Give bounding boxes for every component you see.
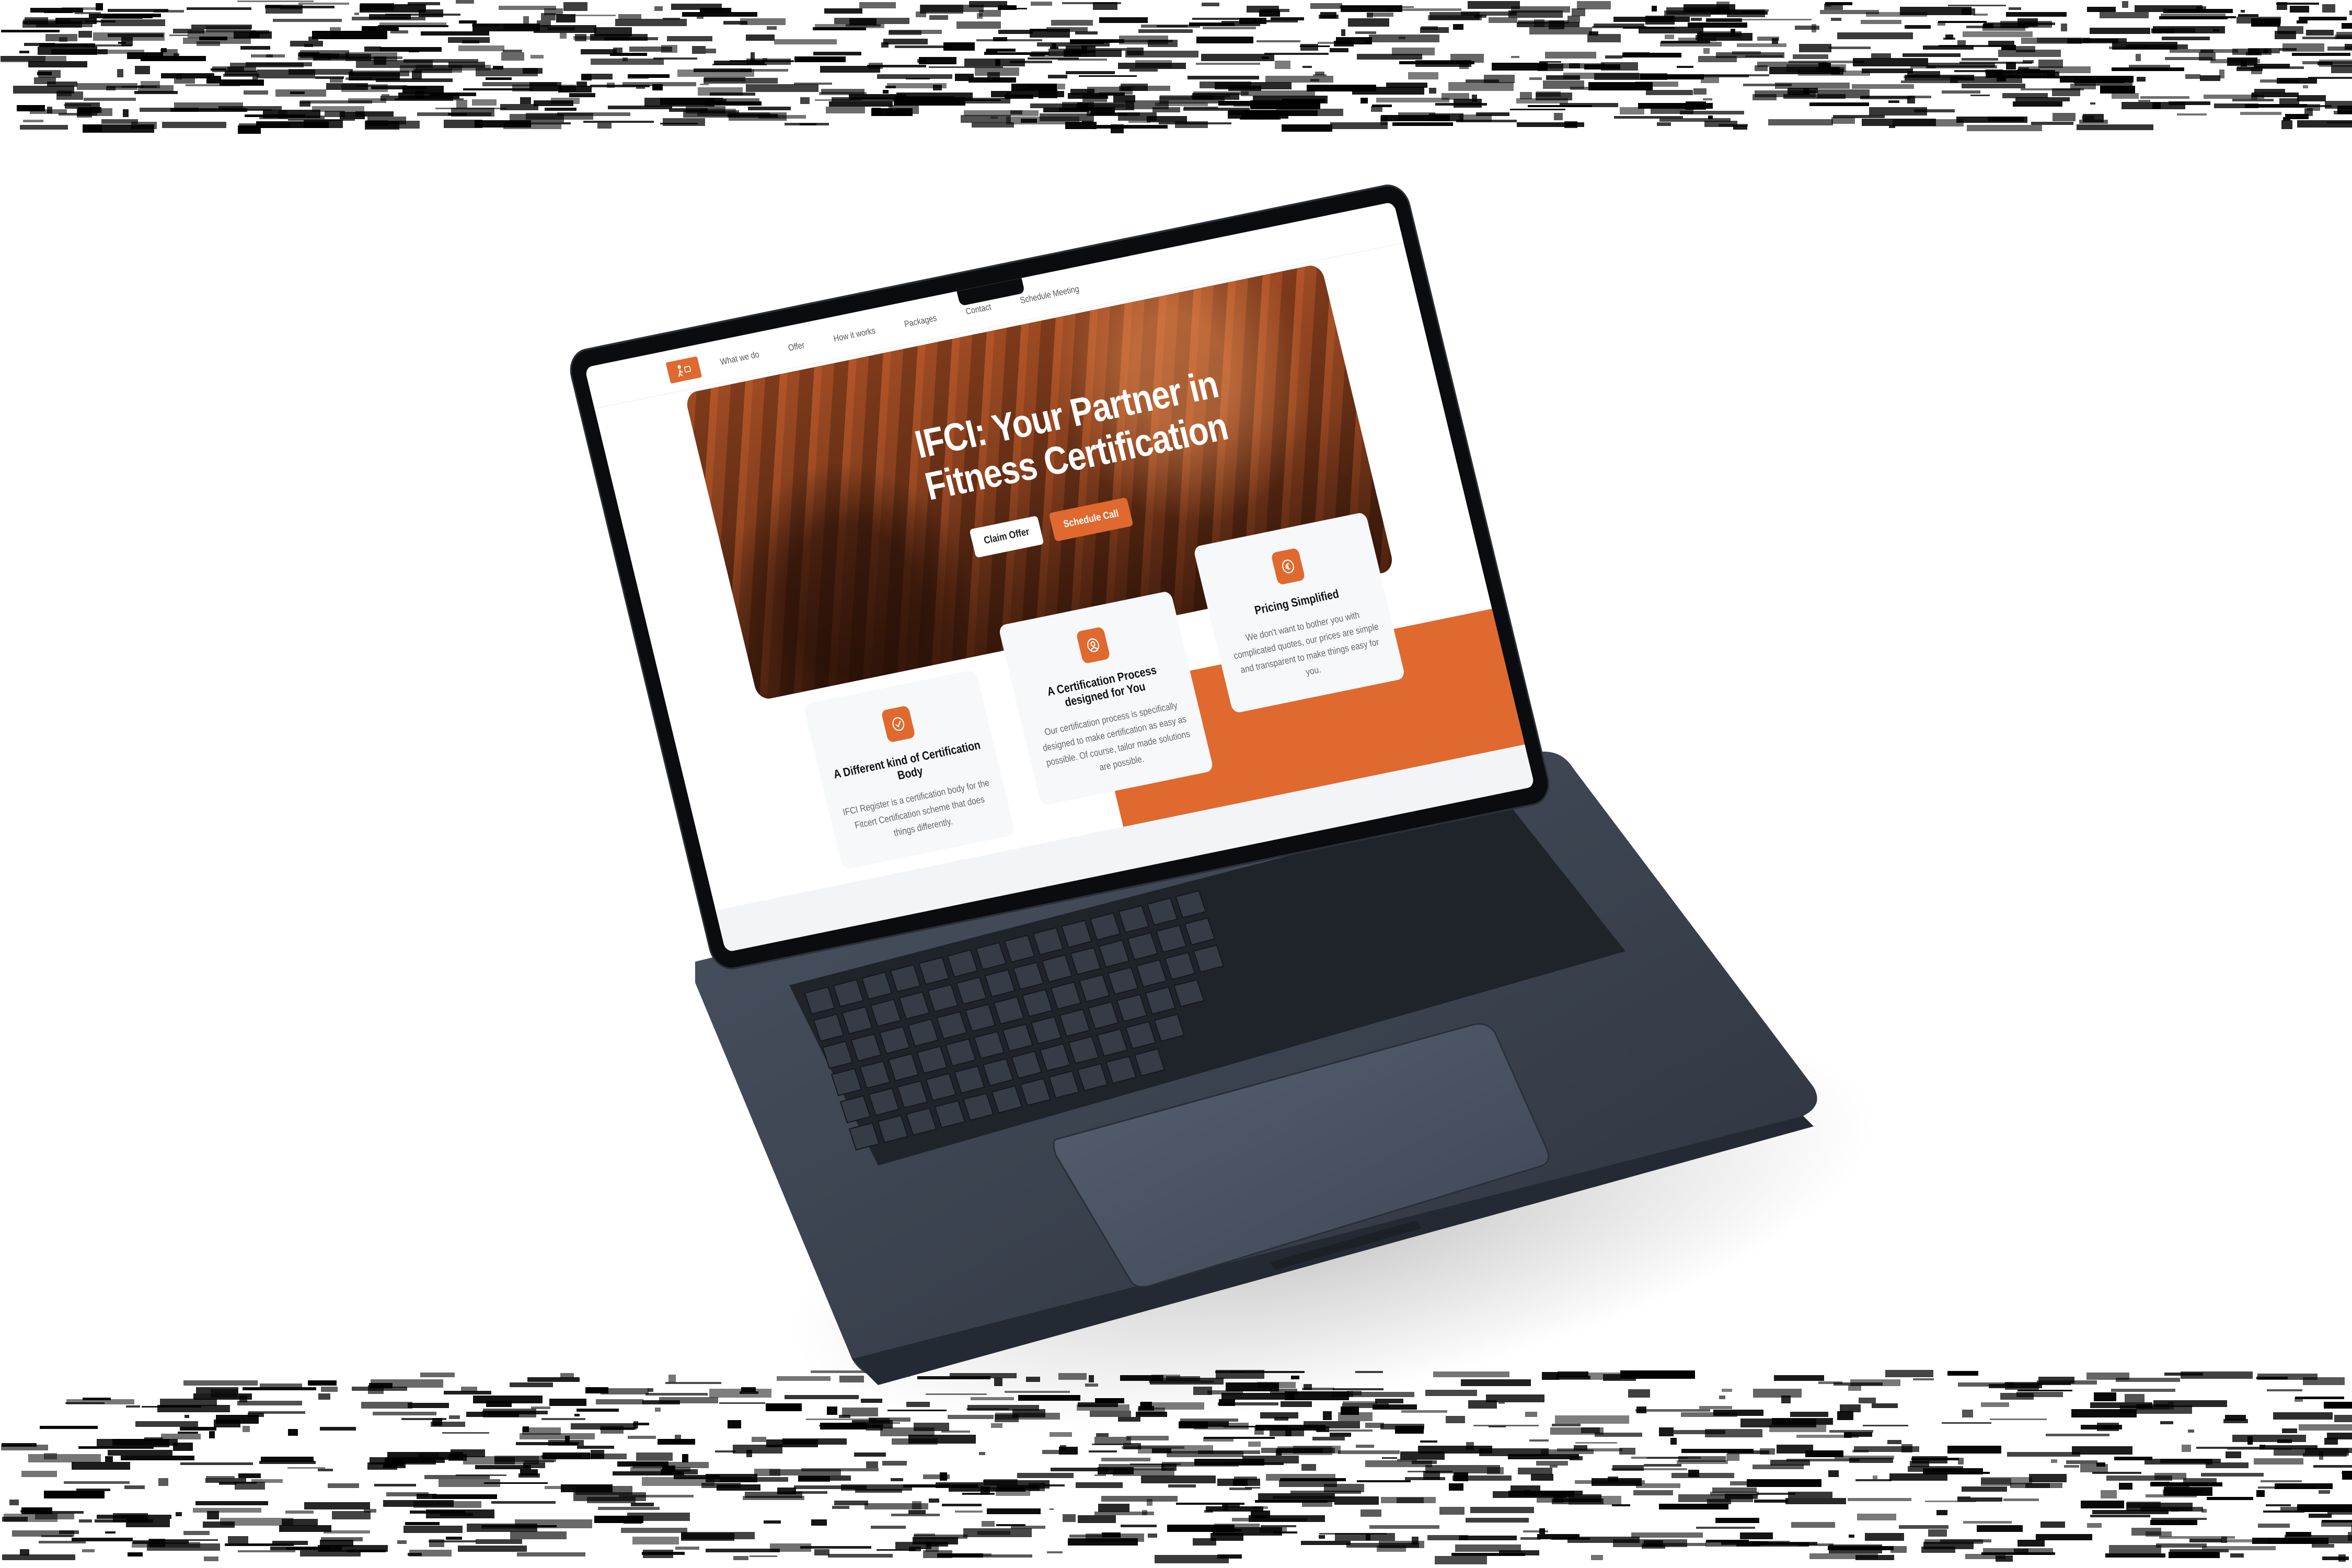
laptop-screen-frame: What we do Offer How it works Packages C…: [567, 152, 1560, 971]
hero-buttons: Claim Offer Schedule Call: [969, 497, 1134, 558]
feature-card-process: A Certification Process designed for You…: [998, 590, 1214, 806]
screen-bezel: What we do Offer How it works Packages C…: [567, 183, 1552, 971]
nav-packages[interactable]: Packages: [903, 313, 938, 329]
mockup-stage: What we do Offer How it works Packages C…: [0, 0, 2352, 1568]
claim-offer-button[interactable]: Claim Offer: [969, 515, 1044, 558]
schedule-call-button[interactable]: Schedule Call: [1048, 497, 1134, 542]
hero-title: IFCI: Your Partner in Fitness Certificat…: [910, 362, 1232, 509]
check-circle-icon: [881, 705, 916, 743]
nav-how-it-works[interactable]: How it works: [833, 325, 877, 343]
website-display: What we do Offer How it works Packages C…: [584, 202, 1535, 952]
site-logo[interactable]: [665, 356, 702, 384]
nav-schedule-meeting[interactable]: Schedule Meeting: [1019, 283, 1080, 305]
runner-icon: [677, 365, 691, 377]
euro-circle-icon: [1271, 547, 1306, 585]
feature-card-different: A Different kind of Certification Body I…: [803, 669, 1016, 870]
user-circle-icon: [1076, 626, 1111, 664]
nav-offer[interactable]: Offer: [787, 340, 805, 353]
nav-what-we-do[interactable]: What we do: [719, 349, 760, 367]
